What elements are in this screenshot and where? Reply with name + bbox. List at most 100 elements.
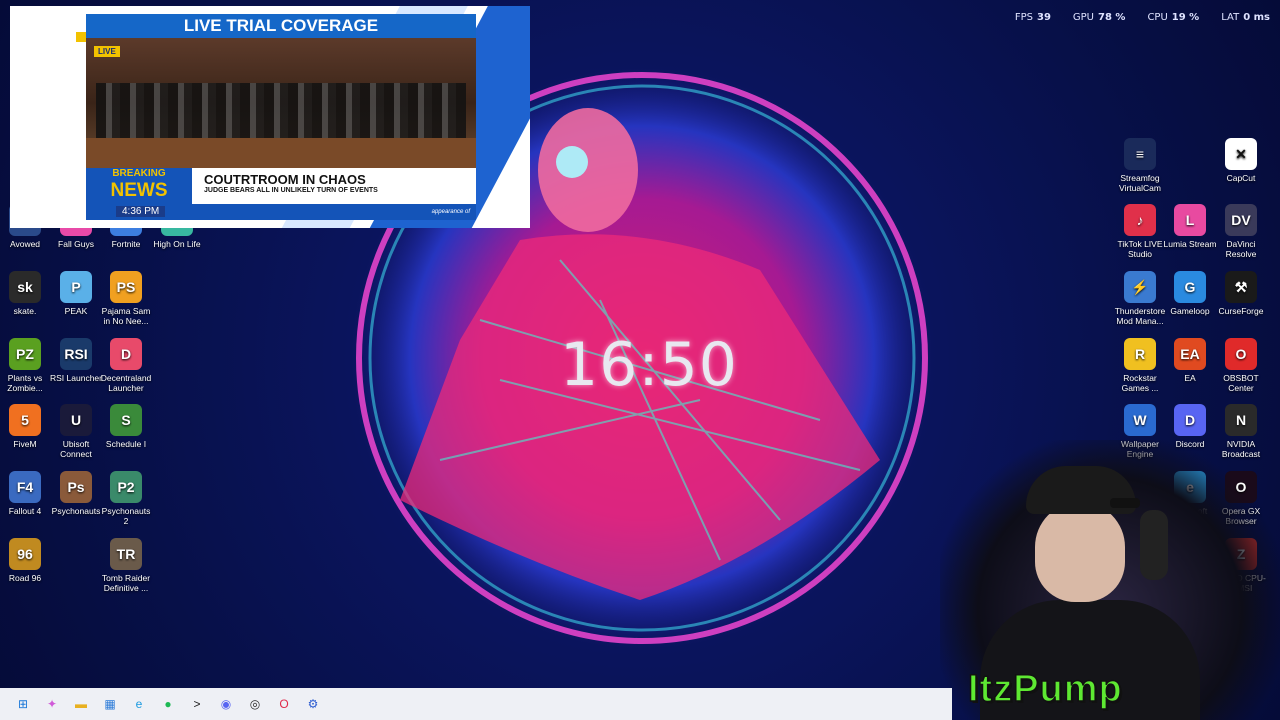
decentraland-launcher-icon: D xyxy=(110,338,142,370)
desktop-icon-rockstar-games[interactable]: R Rockstar Games ... xyxy=(1113,338,1167,393)
desktop-icon-pajama-sam-in-no-nee[interactable]: PS Pajama Sam in No Nee... xyxy=(99,271,153,326)
news-lower-third: COUTRTROOM IN CHAOS JUDGE BEARS ALL IN U… xyxy=(192,168,476,204)
taskbar-discord-icon[interactable]: ◉ xyxy=(215,693,237,715)
tiktok-live-studio-icon: ♪ xyxy=(1124,204,1156,236)
fallout-4-icon: F4 xyxy=(9,471,41,503)
desktop-icon-label: Decentraland Launcher xyxy=(100,373,152,393)
news-label: NEWS xyxy=(110,180,168,201)
desktop-icon-label: DaVinci Resolve xyxy=(1225,239,1257,259)
desktop-icon-ea[interactable]: EA EA xyxy=(1163,338,1217,383)
desktop-icon-lumia-stream[interactable]: L Lumia Stream xyxy=(1163,204,1217,249)
wallpaper-clock: 16:50 xyxy=(560,330,738,400)
skate-icon: sk xyxy=(9,271,41,303)
desktop-icon-label: PEAK xyxy=(64,306,88,316)
desktop-icon-curseforge[interactable]: ⚒ CurseForge xyxy=(1214,271,1268,316)
desktop-icon-schedule-i[interactable]: S Schedule I xyxy=(99,404,153,449)
taskbar-edge-icon[interactable]: e xyxy=(128,693,150,715)
desktop-icon-label: High On Life xyxy=(153,239,201,249)
desktop-icon-label: FiveM xyxy=(13,439,37,449)
desktop-icon-label: Pajama Sam in No Nee... xyxy=(101,306,151,326)
capcut-icon: ✕ xyxy=(1225,138,1257,170)
plants-vs-zombie-icon: PZ xyxy=(9,338,41,370)
wallpaper-skull xyxy=(538,108,638,232)
taskbar-opera-icon[interactable]: O xyxy=(273,693,295,715)
desktop-icon-label: Schedule I xyxy=(105,439,147,449)
psychonauts-icon: Ps xyxy=(60,471,92,503)
thunderstore-mod-mana-icon: ⚡ xyxy=(1124,271,1156,303)
desktop-icon-label: Lumia Stream xyxy=(1163,239,1217,249)
fps-readout: FPS 39 xyxy=(1014,12,1051,23)
news-ticker: appearance of xyxy=(431,209,470,215)
desktop-icon-label: Avowed xyxy=(9,239,41,249)
news-video-table xyxy=(86,138,476,168)
desktop-icon-label: OBSBOT Center xyxy=(1223,373,1259,393)
desktop-icon-capcut[interactable]: ✕ CapCut xyxy=(1214,138,1268,183)
desktop-icon-label: EA xyxy=(1184,373,1196,383)
discord-icon: D xyxy=(1174,404,1206,436)
desktop-icon-label: Road 96 xyxy=(8,573,42,583)
desktop-icon-label: Fall Guys xyxy=(58,239,94,249)
desktop-icon-obsbot-center[interactable]: O OBSBOT Center xyxy=(1214,338,1268,393)
curseforge-icon: ⚒ xyxy=(1225,271,1257,303)
desktop-icon-label: Psychonauts 2 xyxy=(101,506,151,526)
schedule-i-icon: S xyxy=(110,404,142,436)
taskbar-terminal-icon[interactable]: > xyxy=(186,693,208,715)
pajama-sam-in-no-nee-icon: PS xyxy=(110,271,142,303)
desktop-icon-streamfog-virtualcam[interactable]: ≡ Streamfog VirtualCam xyxy=(1113,138,1167,193)
desktop-icon-label: Tomb Raider Definitive ... xyxy=(101,573,151,593)
desktop-icon-tomb-raider-definitive[interactable]: TR Tomb Raider Definitive ... xyxy=(99,538,153,593)
streamfog-virtualcam-icon: ≡ xyxy=(1124,138,1156,170)
desktop-icon-tiktok-live-studio[interactable]: ♪ TikTok LIVE Studio xyxy=(1113,204,1167,259)
taskbar-start-icon[interactable]: ⊞ xyxy=(12,693,34,715)
desktop-icon-rsi-launcher[interactable]: RSI RSI Launcher xyxy=(49,338,103,383)
news-time-bar: 4:36 PM appearance of xyxy=(86,204,476,220)
desktop-icon-davinci-resolve[interactable]: DV DaVinci Resolve xyxy=(1214,204,1268,259)
fivem-icon: 5 xyxy=(9,404,41,436)
taskbar-copilot-icon[interactable]: ✦ xyxy=(41,693,63,715)
desktop-icon-thunderstore-mod-mana[interactable]: ⚡ Thunderstore Mod Mana... xyxy=(1113,271,1167,326)
desktop-icon-psychonauts-2[interactable]: P2 Psychonauts 2 xyxy=(99,471,153,526)
webcam-headset xyxy=(1140,510,1168,580)
live-badge: LIVE xyxy=(94,46,120,57)
desktop-icon-label: RSI Launcher xyxy=(50,373,102,383)
davinci-resolve-icon: DV xyxy=(1225,204,1257,236)
desktop-icon-label: Ubisoft Connect xyxy=(60,439,92,459)
desktop-icon-skate[interactable]: sk skate. xyxy=(0,271,52,316)
desktop-icon-ubisoft-connect[interactable]: U Ubisoft Connect xyxy=(49,404,103,459)
lumia-stream-icon: L xyxy=(1174,204,1206,236)
wallpaper-eye xyxy=(556,146,588,178)
webcam-hat-brim xyxy=(1110,498,1140,508)
desktop-icon-label: Streamfog VirtualCam xyxy=(1119,173,1161,193)
streamer-name: ItzPump xyxy=(967,667,1123,711)
taskbar: ⊞ ✦ ▬ ▦ e ● > ◉ ◎ O ⚙ xyxy=(0,688,952,720)
taskbar-store-icon[interactable]: ▦ xyxy=(99,693,121,715)
ubisoft-connect-icon: U xyxy=(60,404,92,436)
webcam-face xyxy=(1035,502,1125,602)
rsi-launcher-icon: RSI xyxy=(60,338,92,370)
taskbar-spotify-icon[interactable]: ● xyxy=(157,693,179,715)
cpu-readout: CPU 19 % xyxy=(1147,12,1200,23)
desktop-icon-gameloop[interactable]: G Gameloop xyxy=(1163,271,1217,316)
desktop-icon-psychonauts[interactable]: Ps Psychonauts xyxy=(49,471,103,516)
desktop-icon-fallout-4[interactable]: F4 Fallout 4 xyxy=(0,471,52,516)
ea-icon: EA xyxy=(1174,338,1206,370)
latency-readout: LAT 0 ms xyxy=(1221,12,1270,23)
taskbar-obs-icon[interactable]: ◎ xyxy=(244,693,266,715)
taskbar-settings-icon[interactable]: ⚙ xyxy=(302,693,324,715)
performance-overlay: FPS 39 GPU 78 % CPU 19 % LAT 0 ms xyxy=(1015,12,1270,23)
news-subheadline: JUDGE BEARS ALL IN UNLIKELY TURN OF EVEN… xyxy=(204,187,378,194)
desktop-icon-label: Fallout 4 xyxy=(8,506,42,516)
desktop-icon-decentraland-launcher[interactable]: D Decentraland Launcher xyxy=(99,338,153,393)
news-header: LIVE TRIAL COVERAGE xyxy=(86,14,476,38)
wallpaper-engine-icon: W xyxy=(1124,404,1156,436)
desktop-icon-road-96[interactable]: 96 Road 96 xyxy=(0,538,52,583)
desktop-icon-fivem[interactable]: 5 FiveM xyxy=(0,404,52,449)
tomb-raider-definitive-icon: TR xyxy=(110,538,142,570)
gpu-readout: GPU 78 % xyxy=(1072,12,1126,23)
psychonauts-2-icon: P2 xyxy=(110,471,142,503)
desktop-icon-label: CapCut xyxy=(1226,173,1256,183)
desktop-icon-label: Thunderstore Mod Mana... xyxy=(1114,306,1166,326)
taskbar-folder-icon[interactable]: ▬ xyxy=(70,693,92,715)
desktop-icon-peak[interactable]: P PEAK xyxy=(49,271,103,316)
desktop-icon-plants-vs-zombie[interactable]: PZ Plants vs Zombie... xyxy=(0,338,52,393)
